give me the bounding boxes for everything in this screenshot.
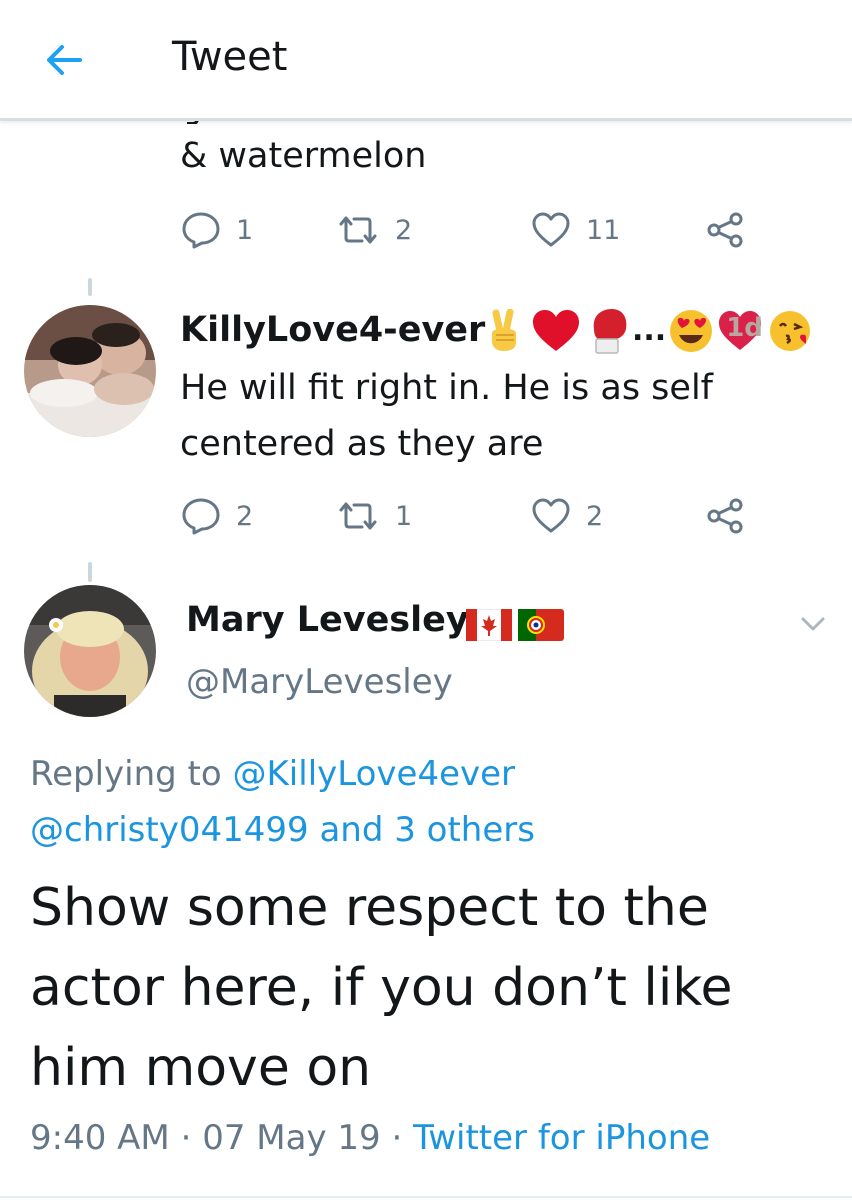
author-name[interactable]: KillyLove4-ever [180,310,485,350]
page-title: Tweet [172,34,288,80]
heart-icon [532,498,570,533]
thread-connector [88,278,92,296]
reply-text: & watermelon [180,136,427,176]
replying-and: and [319,810,384,850]
replying-to: Replying to @KillyLove4ever @christy0414… [30,746,830,858]
heart-badge-emoji: 1d [716,308,764,354]
like-count: 11 [586,214,621,246]
reply-icon [182,498,220,535]
retweet-icon [339,502,377,530]
tweet-text: Show some respect to the actor here, if … [30,878,733,1098]
chevron-down-icon[interactable] [795,610,831,638]
back-arrow-icon[interactable] [42,38,86,82]
victory-hand-emoji-icon [492,309,516,351]
kissing-face-emoji-icon [770,311,811,351]
badge-text: 1d [726,313,763,343]
share-button[interactable] [705,210,745,250]
tweet-date: 07 May 19 [202,1118,381,1158]
mention-link[interactable]: @KillyLove4ever [233,754,516,794]
like-button[interactable]: 2 [530,496,603,536]
tweet-meta: 9:40 AM · 07 May 19 · Twitter for iPhone [30,1118,710,1158]
mention-link[interactable]: @christy041499 [30,810,309,850]
tweet-detail-page: Tweet & watermelon 1 2 11 KillyLove4-eve… [0,0,852,1200]
thread-connector [88,562,92,582]
portugal-flag-icon [518,609,564,641]
reply-count: 2 [236,500,254,532]
reply-button[interactable]: 1 [180,210,253,250]
reply-count: 1 [236,214,254,246]
author-name[interactable]: Mary Levesley [186,600,469,640]
replying-prefix: Replying to [30,754,222,794]
retweet-button[interactable]: 2 [335,210,412,250]
author-handle[interactable]: @MaryLevesley [186,662,453,702]
retweet-icon [339,216,377,244]
retweet-count: 1 [395,500,413,532]
boxing-glove-emoji-icon [593,309,627,354]
like-count: 2 [586,500,604,532]
tweet-time: 9:40 AM [30,1118,170,1158]
divider [0,1196,852,1198]
ellipsis: ... [632,313,667,348]
name-flags [466,609,564,641]
share-icon [707,498,743,534]
meta-separator: · [180,1118,192,1158]
tweet-source-link[interactable]: Twitter for iPhone [413,1118,710,1158]
reply-button[interactable]: 2 [180,496,253,536]
avatar[interactable] [24,305,156,437]
heart-eyes-emoji-icon [670,310,713,352]
reply-icon [182,212,220,249]
meta-separator: · [391,1118,403,1158]
heart-icon [532,212,570,247]
others-link[interactable]: 3 others [394,810,535,850]
name-emojis: ... 1d [484,306,814,356]
retweet-count: 2 [395,214,413,246]
avatar[interactable] [24,585,156,717]
red-heart-emoji-icon [533,310,579,351]
reply-actions: 2 1 2 [180,496,780,536]
reply-actions: 1 2 11 [180,210,780,250]
retweet-button[interactable]: 1 [335,496,412,536]
share-button[interactable] [705,496,745,536]
like-button[interactable]: 11 [530,210,620,250]
share-icon [707,212,743,248]
top-bar: Tweet [0,0,852,121]
canada-flag-icon [466,609,512,641]
reply-text: He will fit right in. He is as self cent… [180,368,713,464]
